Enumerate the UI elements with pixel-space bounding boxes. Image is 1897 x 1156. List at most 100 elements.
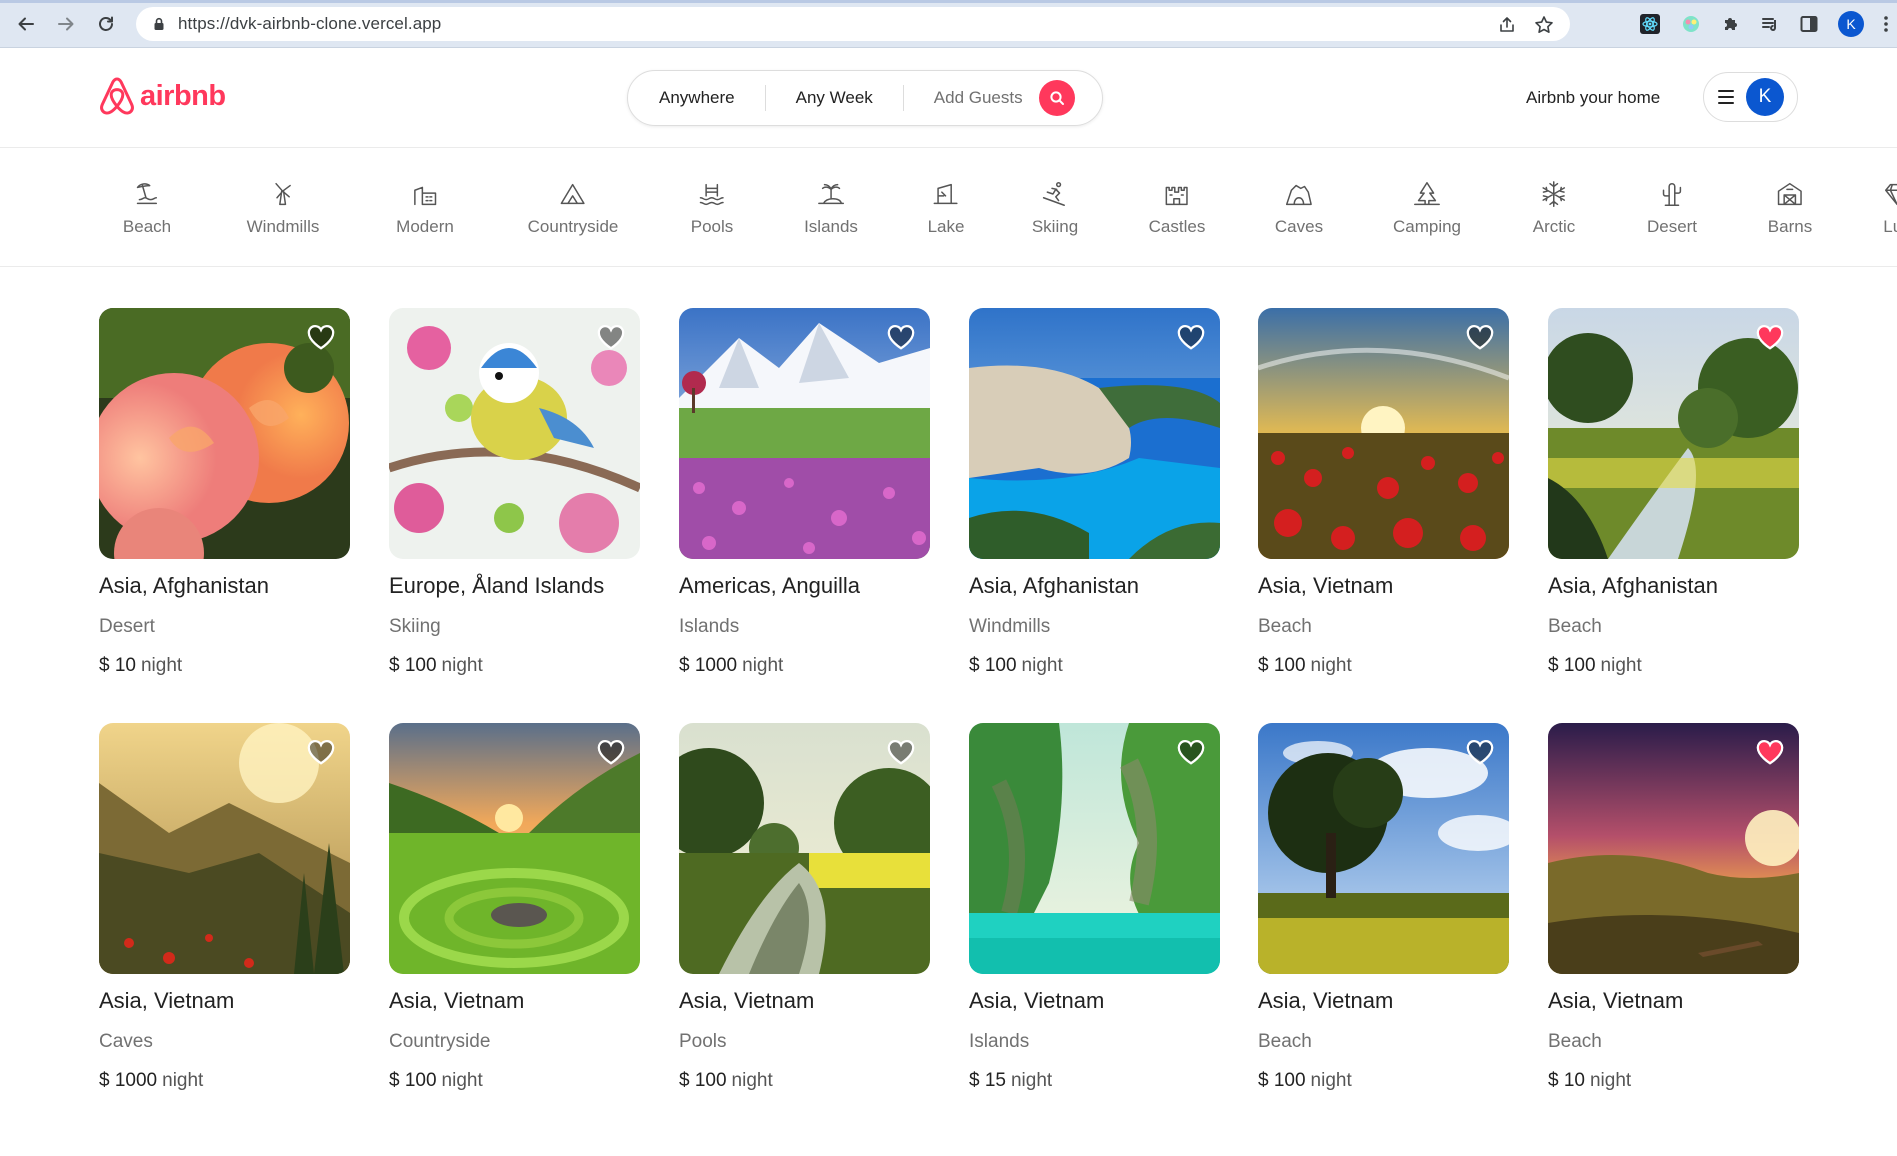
listing-card[interactable]: Asia, Afghanistan Desert $ 10 night [99, 308, 350, 677]
listing-card[interactable]: Americas, Anguilla Islands $ 1000 night [679, 308, 930, 677]
bookmark-star-icon[interactable] [1534, 15, 1554, 35]
windmill-icon [275, 182, 292, 206]
category-barns[interactable]: Barns [1768, 179, 1812, 237]
listing-category: Beach [1548, 1031, 1602, 1052]
category-label: Lake [927, 217, 965, 236]
category-label: Desert [1646, 217, 1698, 236]
favorite-heart-icon[interactable] [596, 737, 626, 767]
listing-card[interactable]: Europe, Åland Islands Skiing $ 100 night [389, 308, 640, 677]
menu-icon [1718, 90, 1734, 104]
castle-icon [1165, 186, 1189, 206]
listing-photo[interactable] [1548, 308, 1799, 559]
category-camping[interactable]: Camping [1393, 179, 1461, 237]
listing-photo[interactable] [1258, 723, 1509, 974]
listing-photo[interactable] [679, 723, 930, 974]
category-label: Arctic [1532, 217, 1576, 236]
listing-card[interactable]: Asia, Vietnam Countryside $ 100 night [389, 723, 640, 1092]
listing-photo[interactable] [389, 723, 640, 974]
listing-photo[interactable] [969, 723, 1220, 974]
listing-photo[interactable] [99, 308, 350, 559]
category-arctic[interactable]: Arctic [1532, 179, 1576, 237]
browser-menu-icon[interactable] [1874, 12, 1897, 36]
listing-card[interactable]: Asia, Afghanistan Beach $ 100 night [1548, 308, 1799, 677]
share-icon[interactable] [1498, 16, 1516, 34]
category-islands[interactable]: Islands [804, 179, 858, 237]
listing-price: $ 10 [99, 655, 136, 676]
media-queue-icon[interactable] [1758, 12, 1782, 36]
lock-icon[interactable] [152, 17, 166, 31]
search-icon [1050, 91, 1064, 105]
category-label: Barns [1767, 217, 1813, 236]
favorite-heart-icon[interactable] [886, 322, 916, 352]
listing-category: Pools [679, 1031, 727, 1052]
category-pools[interactable]: Pools [691, 179, 733, 237]
favorite-heart-icon[interactable] [306, 737, 336, 767]
category-windmills[interactable]: Windmills [247, 179, 319, 237]
listing-price: $ 1000 [99, 1070, 158, 1091]
category-label: Camping [1392, 217, 1462, 236]
listing-card[interactable]: Asia, Vietnam Beach $ 100 night [1258, 308, 1509, 677]
listing-price: $ 15 [969, 1070, 1006, 1091]
pool-icon [700, 183, 724, 206]
forward-icon[interactable] [52, 10, 80, 38]
favorite-heart-icon[interactable] [1755, 322, 1785, 352]
favorite-heart-icon[interactable] [1465, 737, 1495, 767]
back-icon[interactable] [12, 10, 40, 38]
user-menu-button[interactable]: K [1703, 72, 1798, 122]
listing-photo[interactable] [99, 723, 350, 974]
search-guests[interactable]: Add Guests [904, 70, 1037, 126]
listing-card[interactable]: Asia, Vietnam Caves $ 1000 night [99, 723, 350, 1092]
price-unit: night [441, 1070, 483, 1091]
airbnb-your-home-link[interactable]: Airbnb your home [1526, 88, 1660, 108]
favorite-heart-icon[interactable] [886, 737, 916, 767]
listing-location: Asia, Afghanistan [969, 573, 1140, 598]
airbnb-logo-icon [100, 77, 134, 115]
color-extension-icon[interactable] [1679, 12, 1703, 36]
url-text[interactable]: https://dvk-airbnb-clone.vercel.app [178, 14, 441, 34]
listing-photo[interactable] [679, 308, 930, 559]
cactus-icon [1662, 183, 1682, 206]
listing-price-row: $ 10 night [1548, 1070, 1799, 1092]
search-dates[interactable]: Any Week [766, 70, 903, 126]
category-lux[interactable]: Lux [1882, 179, 1897, 237]
favorite-heart-icon[interactable] [1176, 322, 1206, 352]
skiing-icon [1043, 182, 1066, 206]
snowflake-icon [1542, 181, 1566, 207]
listing-photo[interactable] [969, 308, 1220, 559]
category-countryside[interactable]: Countryside [528, 179, 618, 237]
listing-location: Asia, Vietnam [969, 988, 1105, 1013]
category-caves[interactable]: Caves [1275, 179, 1323, 237]
search-location[interactable]: Anywhere [628, 70, 765, 126]
category-desert[interactable]: Desert [1647, 179, 1697, 237]
category-skiing[interactable]: Skiing [1032, 179, 1078, 237]
address-bar[interactable]: https://dvk-airbnb-clone.vercel.app [136, 7, 1570, 41]
favorite-heart-icon[interactable] [1176, 737, 1206, 767]
listing-card[interactable]: Asia, Vietnam Islands $ 15 night [969, 723, 1220, 1092]
reload-icon[interactable] [92, 10, 120, 38]
listing-photo[interactable] [1548, 723, 1799, 974]
favorite-heart-icon[interactable] [1465, 322, 1495, 352]
listing-card[interactable]: Asia, Vietnam Pools $ 100 night [679, 723, 930, 1092]
favorite-heart-icon[interactable] [1755, 737, 1785, 767]
countryside-icon [561, 183, 585, 205]
listing-card[interactable]: Asia, Vietnam Beach $ 100 night [1258, 723, 1509, 1092]
browser-profile-avatar[interactable]: K [1838, 11, 1864, 37]
category-castles[interactable]: Castles [1149, 179, 1205, 237]
listing-photo[interactable] [1258, 308, 1509, 559]
airbnb-logo[interactable]: airbnb [98, 76, 226, 116]
extensions-puzzle-icon[interactable] [1719, 12, 1743, 36]
favorite-heart-icon[interactable] [306, 322, 336, 352]
listing-card[interactable]: Asia, Vietnam Beach $ 10 night [1548, 723, 1799, 1092]
react-devtools-extension-icon[interactable] [1638, 12, 1662, 36]
category-modern[interactable]: Modern [396, 179, 454, 237]
listing-photo[interactable] [389, 308, 640, 559]
price-unit: night [1310, 1070, 1352, 1091]
search-bar[interactable]: Anywhere Any Week Add Guests [627, 70, 1103, 126]
listing-card[interactable]: Asia, Afghanistan Windmills $ 100 night [969, 308, 1220, 677]
favorite-heart-icon[interactable] [596, 322, 626, 352]
category-beach[interactable]: Beach [123, 179, 171, 237]
search-button[interactable] [1038, 80, 1075, 116]
category-lake[interactable]: Lake [927, 179, 965, 237]
side-panel-icon[interactable] [1797, 12, 1821, 36]
listing-price-row: $ 100 night [1258, 1070, 1509, 1092]
